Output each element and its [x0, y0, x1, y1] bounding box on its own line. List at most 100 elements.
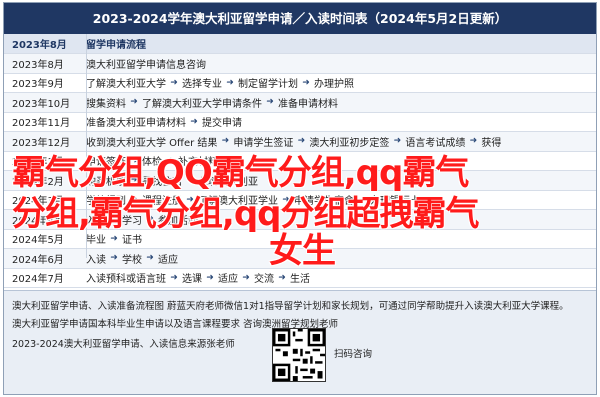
step-label: 申请学生签证 — [233, 137, 294, 149]
step-label: 入读 — [86, 254, 106, 266]
row-steps: 搜集资料 ➜ 了解澳大利亚大学申请条件 ➜ 准备申请材料 — [86, 95, 596, 110]
step-label: 选择专业 — [182, 79, 222, 91]
table-row: 2024年2月 购买机票 ➜ 寻找住宿 ➜ 入境澳大利亚 — [4, 171, 596, 191]
row-time: 2023年8月 — [12, 59, 64, 71]
row-time: 2024年6月 — [12, 254, 64, 266]
arrow-right-icon: ➜ — [282, 194, 290, 205]
arrow-right-icon: ➜ — [186, 175, 194, 186]
timeline-table: 2023年8月 留学申请流程 2023年8月 澳大利亚留学申请信息咨询 2023年9… — [4, 34, 596, 288]
arrow-right-icon: ➜ — [130, 175, 138, 186]
row-time: 2023年10月 — [12, 98, 71, 110]
step-label: 办理护照 — [314, 79, 354, 91]
table-header: 2023年8月 留学申请流程 — [4, 34, 596, 54]
step-label: 提交申请 — [202, 118, 242, 130]
row-steps: 学校报到 ➜ 课程注册 ➜ 了解澳大利亚学业 ➜ 申请学生宿舍 ➜ 办理银行卡 — [86, 192, 596, 208]
arrow-right-icon: ➜ — [297, 136, 306, 147]
footer-line-1: 澳大利亚留学申请、入读准备流程图 蔚蓝天府老师微信1对1指导留学计划和家长规划，… — [12, 301, 569, 312]
arrow-right-icon: ➜ — [221, 136, 230, 147]
table-row: 2024年5月 毕业 ➜ 证书 — [4, 230, 596, 249]
row-time: 2024年5月 — [12, 235, 64, 247]
table-row: 2024年6月 入读 ➜ 学校 ➜ 适应 — [4, 249, 596, 269]
row-time: 2024年7月 — [12, 274, 64, 286]
arrow-right-icon: ➜ — [278, 272, 286, 283]
table-row: 2023年8月 澳大利亚留学申请信息咨询 — [4, 54, 596, 74]
step-label: 适应 — [158, 254, 178, 266]
step-label: 申请学生宿舍 — [294, 196, 354, 208]
row-steps: 准备澳大利亚申请材料 ➜ 提交申请 — [86, 114, 596, 130]
row-steps: 入读 ➜ 学习 ➜ 参加活动 — [86, 212, 596, 227]
arrow-right-icon: ➜ — [130, 155, 138, 166]
arrow-right-icon: ➜ — [226, 77, 234, 88]
step-label: 参加活动 — [158, 215, 198, 227]
table-row: 2023年11月 准备澳大利亚申请材料 ➜ 提交申请 — [4, 113, 596, 132]
row-steps: 购买机票 ➜ 寻找住宿 ➜ 入境澳大利亚 — [86, 173, 596, 188]
step-label: 选课 — [182, 274, 202, 286]
step-label: 收到澳大利亚大学 Offer 结果 — [86, 137, 218, 149]
arrow-right-icon: ➜ — [110, 214, 118, 225]
arrow-right-icon: ➜ — [130, 194, 138, 205]
arrow-right-icon: ➜ — [130, 97, 138, 108]
step-label: 准备申请材料 — [278, 98, 338, 110]
step-label: 语言考试成绩 — [405, 137, 466, 149]
step-label: 准备澳大利亚申请材料 — [86, 118, 186, 130]
arrow-right-icon: ➜ — [393, 136, 402, 147]
step-label: 寻找住宿 — [142, 176, 182, 188]
row-time: 2023年9月 — [12, 79, 64, 91]
timeline-document: 2023-2024学年澳大利亚留学申请／入读时间表（2024年5月2日更新） 2… — [3, 2, 597, 395]
step-label: 交流 — [254, 274, 274, 286]
step-label: 了解澳大利亚大学 — [86, 79, 166, 91]
step-label: 入读 — [86, 215, 106, 227]
step-label: 入境澳大利亚 — [198, 176, 258, 188]
step-label: 学校报到 — [86, 196, 126, 208]
table-row: 2024年1月 申请签证 ➜ 体检 ➜ 补充材料 — [4, 152, 596, 171]
step-label: 证书 — [122, 235, 142, 247]
step-label: 澳大利亚初步定签 — [309, 137, 390, 149]
step-label: 生活 — [290, 274, 310, 286]
step-label: 补充材料 — [178, 157, 218, 169]
row-steps: 入读预科或语言班 ➜ 选课 ➜ 适应 ➜ 交流 ➜ 生活 — [86, 270, 596, 286]
step-label: 体检 — [142, 157, 162, 169]
arrow-right-icon: ➜ — [242, 272, 250, 283]
header-time: 2023年8月 — [12, 40, 67, 51]
step-label: 申请签证 — [86, 157, 126, 169]
step-label: 制定留学计划 — [238, 79, 298, 91]
step-label: 入读预科或语言班 — [86, 274, 166, 286]
step-label: 了解澳大利亚学业 — [198, 196, 278, 208]
row-steps: 澳大利亚留学申请信息咨询 — [86, 56, 596, 71]
arrow-right-icon: ➜ — [170, 272, 178, 283]
arrow-right-icon: ➜ — [190, 116, 198, 127]
arrow-right-icon: ➜ — [469, 136, 478, 147]
arrow-right-icon: ➜ — [170, 77, 178, 88]
arrow-right-icon: ➜ — [302, 77, 310, 88]
arrow-right-icon: ➜ — [206, 272, 214, 283]
step-label: 学习 — [122, 215, 142, 227]
step-label: 学校 — [122, 254, 142, 266]
table-row: 2024年7月 入读预科或语言班 ➜ 选课 ➜ 适应 ➜ 交流 ➜ 生活 — [4, 269, 596, 288]
table-row: 2023年12月 收到澳大利亚大学 Offer 结果 ➜ 申请学生签证 ➜ 澳大利亚初步定… — [4, 132, 596, 152]
table-row: 2023年10月 搜集资料 ➜ 了解澳大利亚大学申请条件 ➜ 准备申请材料 — [4, 93, 596, 113]
document-title: 2023-2024学年澳大利亚留学申请／入读时间表（2024年5月2日更新） — [4, 3, 596, 34]
arrow-right-icon: ➜ — [146, 214, 154, 225]
row-steps: 收到澳大利亚大学 Offer 结果 ➜ 申请学生签证 ➜ 澳大利亚初步定签 ➜ 语言考试成绩… — [86, 134, 596, 149]
step-label: 购买机票 — [86, 176, 126, 188]
row-time: 2024年3月 — [12, 196, 64, 208]
table-row: 2024年4月 入读 ➜ 学习 ➜ 参加活动 — [4, 210, 596, 230]
arrow-right-icon: ➜ — [110, 233, 118, 244]
row-time: 2023年11月 — [12, 118, 71, 130]
column-divider — [86, 34, 87, 258]
step-label: 办理银行卡 — [370, 196, 420, 208]
step-label: 澳大利亚留学申请信息咨询 — [86, 59, 206, 71]
step-label: 搜集资料 — [86, 98, 126, 110]
arrow-right-icon: ➜ — [186, 194, 194, 205]
qr-code-graphic — [273, 329, 325, 381]
row-steps: 毕业 ➜ 证书 — [86, 231, 596, 247]
row-steps: 了解澳大利亚大学 ➜ 选择专业 ➜ 制定留学计划 ➜ 办理护照 — [86, 75, 596, 91]
step-label: 毕业 — [86, 235, 106, 247]
arrow-right-icon: ➜ — [166, 155, 174, 166]
footer-panel: 澳大利亚留学申请、入读准备流程图 蔚蓝天府老师微信1对1指导留学计划和家长规划，… — [4, 290, 596, 394]
qr-code[interactable] — [272, 328, 326, 382]
table-row: 2024年3月 学校报到 ➜ 课程注册 ➜ 了解澳大利亚学业 ➜ 申请学生宿舍 ➜ 办理银行卡 — [4, 191, 596, 210]
arrow-right-icon: ➜ — [110, 253, 118, 264]
step-label: 获得 — [481, 137, 502, 149]
step-label: 了解澳大利亚大学申请条件 — [142, 98, 262, 110]
